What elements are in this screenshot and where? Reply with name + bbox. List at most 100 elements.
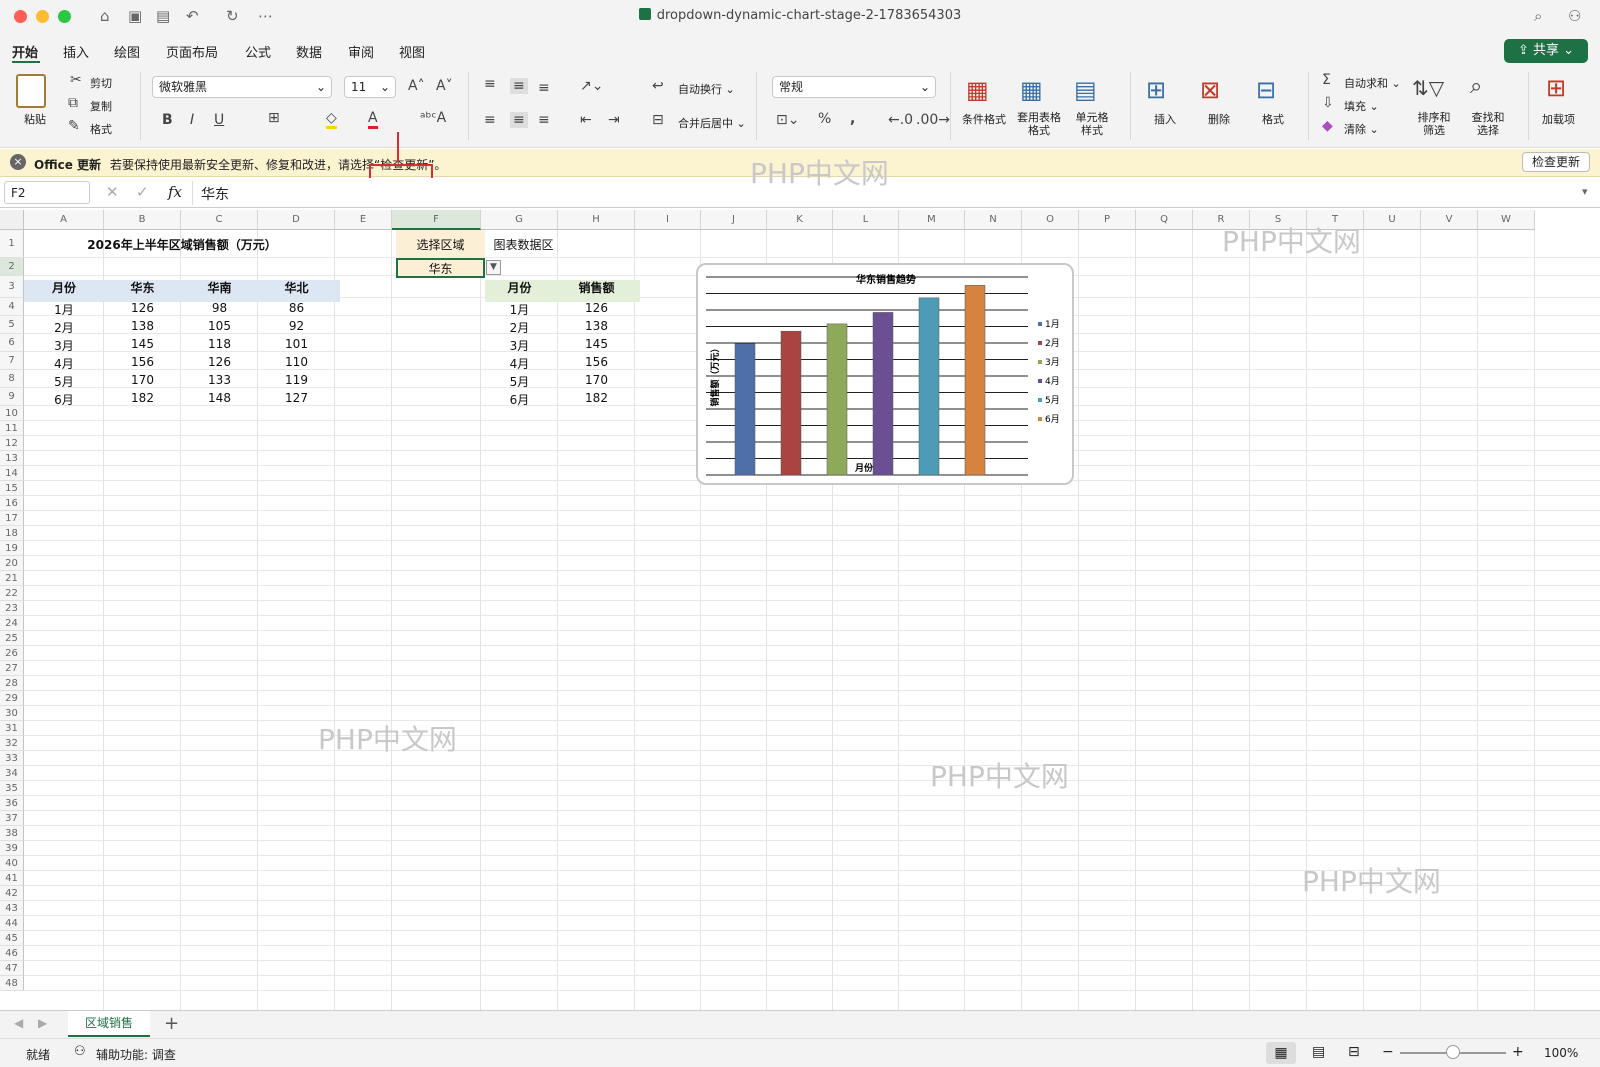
table-cell[interactable]: 105: [181, 319, 258, 333]
select-all-corner[interactable]: [0, 210, 24, 230]
increase-decimal-icon[interactable]: ←.0: [888, 112, 913, 128]
row-header[interactable]: 11: [0, 421, 24, 436]
tab-draw[interactable]: 绘图: [114, 42, 140, 61]
row-header[interactable]: 13: [0, 451, 24, 466]
chart-data-header-cell[interactable]: 月份: [481, 279, 558, 296]
row-header[interactable]: 44: [0, 916, 24, 931]
table-cell[interactable]: 2月: [24, 319, 104, 336]
row-header[interactable]: 17: [0, 511, 24, 526]
font-size-select[interactable]: 11 ⌄: [344, 76, 396, 98]
tab-page-layout[interactable]: 页面布局: [166, 42, 218, 61]
row-header[interactable]: 14: [0, 466, 24, 481]
row-header[interactable]: 5: [0, 316, 24, 334]
row-header[interactable]: 9: [0, 388, 24, 406]
chart-data-cell[interactable]: 156: [558, 355, 635, 369]
row-header[interactable]: 48: [0, 976, 24, 991]
chart-data-cell[interactable]: 126: [558, 301, 635, 315]
cell-style-button[interactable]: 单元格样式: [1074, 111, 1110, 137]
column-header[interactable]: L: [833, 210, 899, 230]
align-middle-icon[interactable]: ≡: [510, 78, 528, 94]
tab-view[interactable]: 视图: [399, 42, 425, 61]
dismiss-icon[interactable]: ×: [10, 154, 26, 170]
enter-icon[interactable]: ✓: [136, 183, 149, 201]
tab-insert[interactable]: 插入: [63, 42, 89, 61]
copy-button[interactable]: 复制: [90, 98, 112, 114]
table-header-cell[interactable]: 月份: [24, 279, 104, 296]
cut-button[interactable]: 剪切: [90, 75, 112, 91]
table-cell[interactable]: 170: [104, 373, 181, 387]
table-header-cell[interactable]: 华东: [104, 279, 181, 296]
row-header[interactable]: 43: [0, 901, 24, 916]
align-center-icon[interactable]: ≡: [510, 112, 528, 128]
accessibility-status[interactable]: 辅助功能: 调查: [96, 1046, 176, 1063]
column-header[interactable]: Q: [1136, 210, 1193, 230]
table-cell[interactable]: 101: [258, 337, 335, 351]
row-header[interactable]: 47: [0, 961, 24, 976]
share-button[interactable]: ⇪ 共享 ⌄: [1504, 39, 1588, 63]
sort-filter-button[interactable]: 排序和筛选: [1414, 111, 1454, 137]
row-header[interactable]: 22: [0, 586, 24, 601]
row-header[interactable]: 6: [0, 334, 24, 352]
table-cell[interactable]: 127: [258, 391, 335, 405]
italic-button[interactable]: I: [190, 112, 194, 128]
tab-home[interactable]: 开始: [12, 42, 38, 61]
row-header[interactable]: 30: [0, 706, 24, 721]
table-cell[interactable]: 92: [258, 319, 335, 333]
row-header[interactable]: 24: [0, 616, 24, 631]
autosum-button[interactable]: 自动求和 ⌄: [1344, 75, 1401, 91]
spreadsheet-grid[interactable]: ABCDEFGHIJKLMNOPQRSTUVW 1 2 3 4 5 6 7 8 9 10 11 12 1…: [0, 210, 1600, 1010]
insert-function-button[interactable]: fx: [168, 183, 182, 201]
row-header[interactable]: 1: [0, 230, 24, 258]
orientation-icon[interactable]: ↗⌄: [580, 78, 603, 94]
column-header[interactable]: N: [965, 210, 1022, 230]
cancel-icon[interactable]: ✕: [106, 183, 119, 201]
underline-button[interactable]: U: [214, 112, 224, 128]
column-header[interactable]: O: [1022, 210, 1079, 230]
row-header[interactable]: 25: [0, 631, 24, 646]
table-cell[interactable]: 110: [258, 355, 335, 369]
find-select-button[interactable]: 查找和选择: [1468, 111, 1508, 137]
number-format-select[interactable]: 常规 ⌄: [772, 76, 936, 98]
table-header-cell[interactable]: 华北: [258, 279, 335, 296]
row-header[interactable]: 12: [0, 436, 24, 451]
row-header[interactable]: 23: [0, 601, 24, 616]
chart-data-cell[interactable]: 4月: [481, 355, 558, 372]
next-sheet-icon[interactable]: ▶: [38, 1016, 47, 1030]
merge-center-button[interactable]: 合并后居中 ⌄: [678, 115, 746, 131]
dropdown-arrow-icon[interactable]: ▼: [486, 260, 501, 275]
fill-button[interactable]: 填充 ⌄: [1344, 98, 1379, 114]
zoom-level[interactable]: 100%: [1544, 1046, 1578, 1060]
insert-cells-button[interactable]: 插入: [1154, 111, 1176, 127]
add-sheet-icon[interactable]: +: [164, 1013, 179, 1034]
chart-data-cell[interactable]: 5月: [481, 373, 558, 390]
row-header[interactable]: 29: [0, 691, 24, 706]
column-header[interactable]: K: [767, 210, 833, 230]
row-header[interactable]: 7: [0, 352, 24, 370]
name-box[interactable]: F2: [4, 181, 90, 204]
column-header[interactable]: J: [701, 210, 767, 230]
font-color-icon[interactable]: A: [368, 110, 378, 129]
chart-data-cell[interactable]: 3月: [481, 337, 558, 354]
row-header[interactable]: 45: [0, 931, 24, 946]
column-header[interactable]: C: [181, 210, 258, 230]
account-icon[interactable]: ⚇: [1568, 7, 1581, 25]
decrease-indent-icon[interactable]: ⇤: [580, 112, 592, 128]
chart-container[interactable]: 华东销售趋势 月份 销售额（万元） 1月 2月 3月 4月 5月 6月: [696, 263, 1074, 485]
row-header[interactable]: 32: [0, 736, 24, 751]
tab-formulas[interactable]: 公式: [245, 42, 271, 61]
table-cell[interactable]: 86: [258, 301, 335, 315]
increase-indent-icon[interactable]: ⇥: [608, 112, 620, 128]
column-header[interactable]: H: [558, 210, 635, 230]
row-header[interactable]: 46: [0, 946, 24, 961]
table-cell[interactable]: 118: [181, 337, 258, 351]
column-header[interactable]: M: [899, 210, 965, 230]
table-format-button[interactable]: 套用表格格式: [1016, 111, 1062, 137]
row-header[interactable]: 10: [0, 406, 24, 421]
row-header[interactable]: 15: [0, 481, 24, 496]
column-header[interactable]: D: [258, 210, 335, 230]
sheet-tab-active[interactable]: 区域销售: [68, 1011, 150, 1037]
normal-view-icon[interactable]: ▦: [1266, 1042, 1296, 1064]
borders-icon[interactable]: ⊞: [268, 110, 280, 126]
addins-button[interactable]: 加载项: [1542, 111, 1575, 127]
page-layout-view-icon[interactable]: ▤: [1312, 1044, 1325, 1060]
